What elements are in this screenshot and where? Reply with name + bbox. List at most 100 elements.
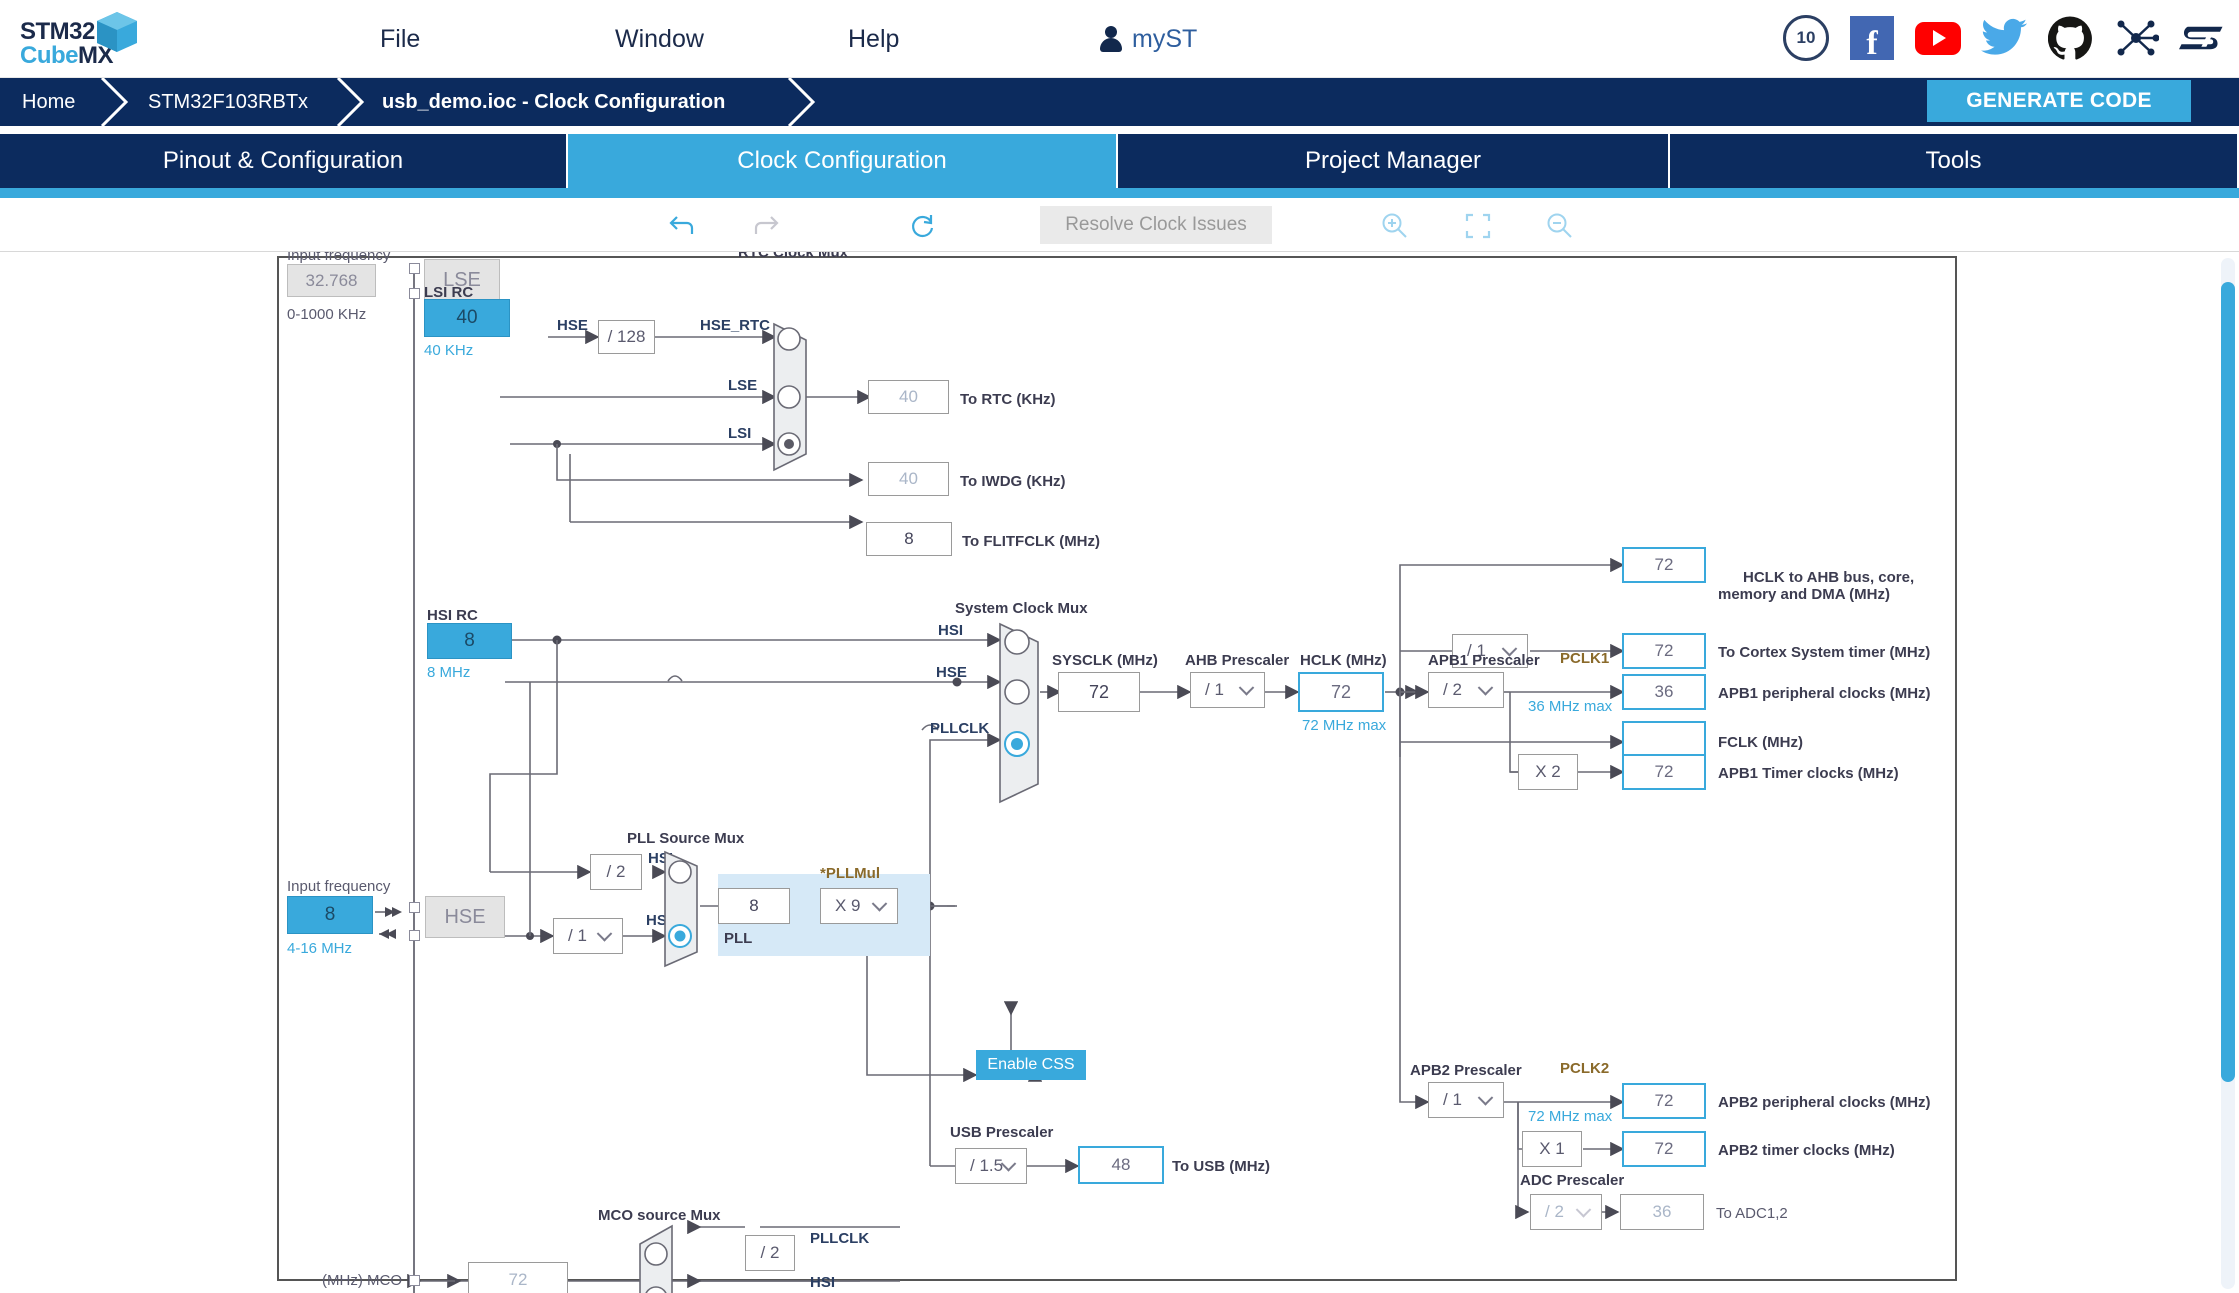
- breadcrumb-chevron-icon-3: [785, 78, 821, 126]
- apb2-timer-value[interactable]: 72: [1622, 1131, 1706, 1167]
- pllmul-select[interactable]: X 9: [820, 888, 898, 924]
- lsi-signal-label: LSI: [728, 425, 752, 442]
- breadcrumb-device[interactable]: STM32F103RBTx: [148, 78, 308, 126]
- mco-pin: [409, 1275, 420, 1286]
- ahb-prescaler-select[interactable]: / 1: [1190, 672, 1265, 708]
- lse-input-frequency-label: Input frequency: [287, 252, 391, 264]
- sysclk-label: SYSCLK (MHz): [1052, 652, 1158, 669]
- apb2-prescaler-select[interactable]: / 1: [1428, 1082, 1504, 1118]
- reset-button[interactable]: [900, 208, 946, 244]
- lsi-rc-value[interactable]: 40: [424, 299, 510, 337]
- system-clock-mux[interactable]: [998, 622, 1044, 804]
- hse-divider-select[interactable]: / 1: [553, 918, 623, 954]
- to-iwdg-value: 40: [868, 462, 949, 496]
- top-bar: STM32 CubeMX File Window Help myST 10 f: [0, 0, 2239, 78]
- apb1-prescaler-value: / 2: [1443, 680, 1462, 699]
- breadcrumb-chevron-icon-2: [334, 78, 370, 126]
- tab-tools[interactable]: Tools: [1670, 134, 2237, 188]
- pll-hsi-divider: / 2: [590, 854, 642, 890]
- apb1-timer-value[interactable]: 72: [1622, 754, 1706, 790]
- mco-output-label: (MHz) MCO: [322, 1272, 402, 1289]
- lse-input-frequency-field[interactable]: 32.768: [287, 264, 376, 297]
- breadcrumb-chevron-icon: [98, 78, 134, 126]
- apb1-peripheral-value[interactable]: 36: [1622, 674, 1706, 710]
- menu-file[interactable]: File: [380, 0, 420, 78]
- mco-hsi-label: HSI: [810, 1274, 836, 1291]
- cube-icon: [97, 12, 137, 52]
- apb1-prescaler-select[interactable]: / 2: [1428, 672, 1504, 708]
- apb2-prescaler-value: / 1: [1443, 1090, 1462, 1109]
- vertical-scrollbar-thumb[interactable]: [2221, 282, 2235, 1082]
- pll-group-label: PLL: [724, 930, 753, 947]
- apb1-timer-multiplier: X 2: [1518, 754, 1578, 790]
- breadcrumb-file: usb_demo.ioc - Clock Configuration: [382, 90, 726, 113]
- menu-window[interactable]: Window: [615, 0, 704, 78]
- ahb-prescaler-label: AHB Prescaler: [1185, 652, 1290, 669]
- hclk-ahb-output-value[interactable]: 72: [1622, 547, 1706, 583]
- hclk-value[interactable]: 72: [1298, 672, 1384, 712]
- apb1-max-label: 36 MHz max: [1528, 698, 1613, 715]
- apb1-prescaler-label: APB1 Prescaler: [1428, 652, 1540, 669]
- breadcrumb: Home STM32F103RBTx usb_demo.ioc - Clock …: [0, 78, 2239, 126]
- hsi-rc-title: HSI RC: [427, 607, 478, 624]
- usb-output-value[interactable]: 48: [1078, 1146, 1164, 1184]
- twitter-icon[interactable]: [1981, 15, 2027, 61]
- hse-div128-in-label: HSE: [557, 317, 588, 334]
- menu-myst[interactable]: myST: [1100, 0, 1197, 78]
- usb-prescaler-select[interactable]: / 1.5: [955, 1148, 1027, 1184]
- tab-underline: [0, 188, 2239, 198]
- apb2-peripheral-value[interactable]: 72: [1622, 1083, 1706, 1119]
- chevron-down-icon: [1477, 680, 1494, 696]
- hclk-label: HCLK (MHz): [1300, 652, 1387, 669]
- sysclk-mux-hse-label: HSE: [936, 664, 967, 681]
- menu-help[interactable]: Help: [848, 0, 899, 78]
- redo-button[interactable]: [742, 208, 788, 244]
- tab-pinout-configuration[interactable]: Pinout & Configuration: [0, 134, 568, 188]
- chevron-down-icon: [1477, 1090, 1494, 1106]
- rtc-clock-mux[interactable]: [772, 322, 812, 472]
- to-flitfclk-label: To FLITFCLK (MHz): [962, 533, 1101, 550]
- sysclk-mux-hsi-label: HSI: [938, 622, 964, 639]
- hse-div128-box: / 128: [598, 320, 655, 354]
- chevron-down-icon: [596, 926, 613, 942]
- community-icon[interactable]: [2113, 15, 2159, 61]
- tab-clock-configuration[interactable]: Clock Configuration: [568, 134, 1118, 188]
- zoom-in-button[interactable]: [1372, 208, 1418, 244]
- lsi-rc-unit: 40 KHz: [424, 342, 474, 359]
- system-clock-mux-title: System Clock Mux: [955, 600, 1088, 617]
- myst-label: myST: [1132, 24, 1198, 53]
- hse-input-frequency-field[interactable]: 8: [287, 896, 373, 934]
- fit-to-screen-button[interactable]: [1455, 208, 1501, 244]
- adc-prescaler-select[interactable]: / 2: [1530, 1194, 1602, 1230]
- enable-css-button[interactable]: Enable CSS: [976, 1050, 1086, 1080]
- apb1-timer-label: APB1 Timer clocks (MHz): [1718, 765, 1899, 782]
- cortex-timer-output-value[interactable]: 72: [1622, 633, 1706, 669]
- adc-prescaler-label: ADC Prescaler: [1520, 1172, 1625, 1189]
- facebook-icon[interactable]: f: [1849, 15, 1895, 61]
- hse-source-box[interactable]: HSE: [425, 896, 505, 938]
- zoom-out-button[interactable]: [1537, 208, 1583, 244]
- github-icon[interactable]: [2047, 15, 2093, 61]
- sysclk-mux-pllclk-label: PLLCLK: [930, 720, 990, 737]
- usb-prescaler-value: / 1.5: [970, 1156, 1004, 1175]
- pll-source-mux[interactable]: [663, 850, 703, 968]
- mco-source-mux[interactable]: [632, 1224, 674, 1293]
- hsi-rc-value[interactable]: 8: [427, 623, 512, 659]
- apb2-max-label: 72 MHz max: [1528, 1108, 1613, 1125]
- to-iwdg-label: To IWDG (KHz): [960, 473, 1066, 490]
- generate-code-button[interactable]: GENERATE CODE: [1927, 80, 2191, 122]
- youtube-icon[interactable]: [1915, 15, 1961, 61]
- hse-arrow-icons: [375, 907, 402, 939]
- tab-project-manager[interactable]: Project Manager: [1118, 134, 1670, 188]
- hse-divider-value: / 1: [568, 926, 587, 945]
- lse-signal-label: LSE: [728, 377, 758, 394]
- anniversary-badge-icon[interactable]: 10: [1783, 15, 1829, 61]
- apb1-peripheral-label: APB1 peripheral clocks (MHz): [1718, 685, 1931, 702]
- undo-button[interactable]: [660, 208, 706, 244]
- chevron-down-icon: [871, 896, 888, 912]
- st-logo: [2179, 15, 2225, 61]
- to-rtc-label: To RTC (KHz): [960, 391, 1056, 408]
- breadcrumb-home[interactable]: Home: [22, 78, 75, 126]
- lse-pin-out: [409, 288, 420, 299]
- resolve-clock-issues-button[interactable]: Resolve Clock Issues: [1040, 206, 1272, 244]
